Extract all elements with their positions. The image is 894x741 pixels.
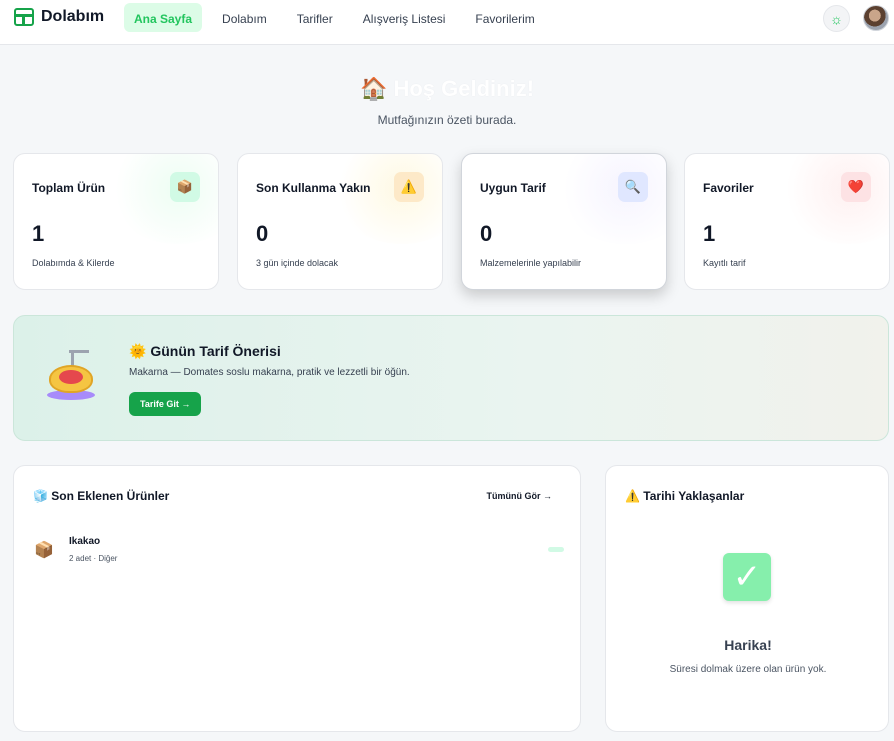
card-glow [332, 154, 442, 244]
warning-icon: ⚠️ [394, 172, 424, 202]
nav-links: Ana Sayfa Dolabım Tarifler Alışveriş Lis… [124, 3, 555, 32]
stat-card-favoriler[interactable]: Favoriler ❤️ 1 Kayıtlı tarif [684, 153, 890, 290]
stat-desc: 3 gün içinde dolacak [256, 258, 339, 268]
theme-toggle-button[interactable]: ☼ [823, 5, 850, 32]
layout-icon [14, 8, 34, 26]
item-name: Ikakao [69, 536, 101, 547]
stat-desc: Dolabımda & Kilerde [32, 258, 115, 268]
see-all-link[interactable]: Tümünü Gör → [487, 491, 553, 501]
expiring-title: ⚠️ Tarihi Yaklaşanlar [625, 489, 745, 503]
brand-logo[interactable]: Dolabım [14, 8, 104, 26]
ice-cube-icon: 🧊 [33, 489, 48, 503]
stat-value: 1 [703, 221, 716, 246]
stat-title: Toplam Ürün [32, 181, 106, 195]
nav-link-alisveris-listesi[interactable]: Alışveriş Listesi [353, 3, 456, 32]
brand-name: Dolabım [41, 8, 105, 25]
box-icon: 📦 [170, 172, 200, 202]
pasta-bowl-icon [47, 350, 99, 406]
stat-title: Uygun Tarif [480, 181, 546, 195]
warning-icon: ⚠️ [625, 489, 640, 503]
page-title: 🏠 Hoş Geldiniz! [0, 76, 894, 102]
empty-state-title: Harika! [724, 637, 772, 653]
empty-state-desc: Süresi dolmak üzere olan ürün yok. [669, 664, 827, 675]
recipe-of-day-desc: Makarna — Domates soslu makarna, pratik … [129, 367, 410, 378]
list-item[interactable]: 📦 Ikakao 2 adet · Diğer [34, 536, 564, 570]
house-icon: 🏠 [359, 76, 388, 101]
nav-link-ana-sayfa[interactable]: Ana Sayfa [124, 3, 203, 32]
card-glow [556, 154, 666, 244]
check-icon: ✓ [723, 553, 771, 601]
status-badge [548, 547, 564, 552]
nav-link-favorilerim[interactable]: Favorilerim [465, 3, 544, 32]
stat-desc: Kayıtlı tarif [703, 258, 746, 268]
recent-products-title: 🧊 Son Eklenen Ürünler [33, 489, 170, 503]
stat-title: Favoriler [703, 181, 754, 195]
expiring-panel: ⚠️ Tarihi Yaklaşanlar ✓ Harika! Süresi d… [605, 465, 889, 732]
stat-card-uygun-tarif[interactable]: Uygun Tarif 🔍 0 Malzemelerinle yapılabil… [461, 153, 667, 290]
search-icon: 🔍 [618, 172, 648, 202]
top-navbar: Dolabım Ana Sayfa Dolabım Tarifler Alışv… [0, 0, 894, 45]
sun-icon: 🌞 [129, 343, 147, 359]
stat-card-toplam-urun[interactable]: Toplam Ürün 📦 1 Dolabımda & Kilerde [13, 153, 219, 290]
stat-card-son-kullanma[interactable]: Son Kullanma Yakın ⚠️ 0 3 gün içinde dol… [237, 153, 443, 290]
go-to-recipe-button[interactable]: Tarife Git → [129, 392, 202, 416]
recent-products-panel: 🧊 Son Eklenen Ürünler Tümünü Gör → 📦 Ika… [13, 465, 581, 732]
stat-title: Son Kullanma Yakın [256, 181, 371, 195]
recipe-of-day-banner: 🌞 Günün Tarif Önerisi Makarna — Domates … [13, 315, 889, 441]
nav-link-tarifler[interactable]: Tarifler [287, 3, 343, 32]
page-title-text: Hoş Geldiniz! [393, 76, 535, 101]
heart-icon: ❤️ [841, 172, 871, 202]
stat-value: 1 [32, 221, 45, 246]
recipe-of-day-title: 🌞 Günün Tarif Önerisi [129, 343, 281, 359]
sun-icon: ☼ [830, 10, 843, 27]
box-icon: 📦 [34, 542, 54, 559]
card-glow [108, 154, 218, 244]
nav-link-dolabim[interactable]: Dolabım [212, 3, 277, 32]
stat-value: 0 [256, 221, 269, 246]
card-glow [779, 154, 889, 244]
stat-value: 0 [480, 221, 493, 246]
item-meta: 2 adet · Diğer [69, 554, 118, 563]
avatar[interactable] [863, 5, 889, 31]
page-subtitle: Mutfağınızın özeti burada. [377, 113, 517, 127]
stat-desc: Malzemelerinle yapılabilir [480, 258, 582, 268]
